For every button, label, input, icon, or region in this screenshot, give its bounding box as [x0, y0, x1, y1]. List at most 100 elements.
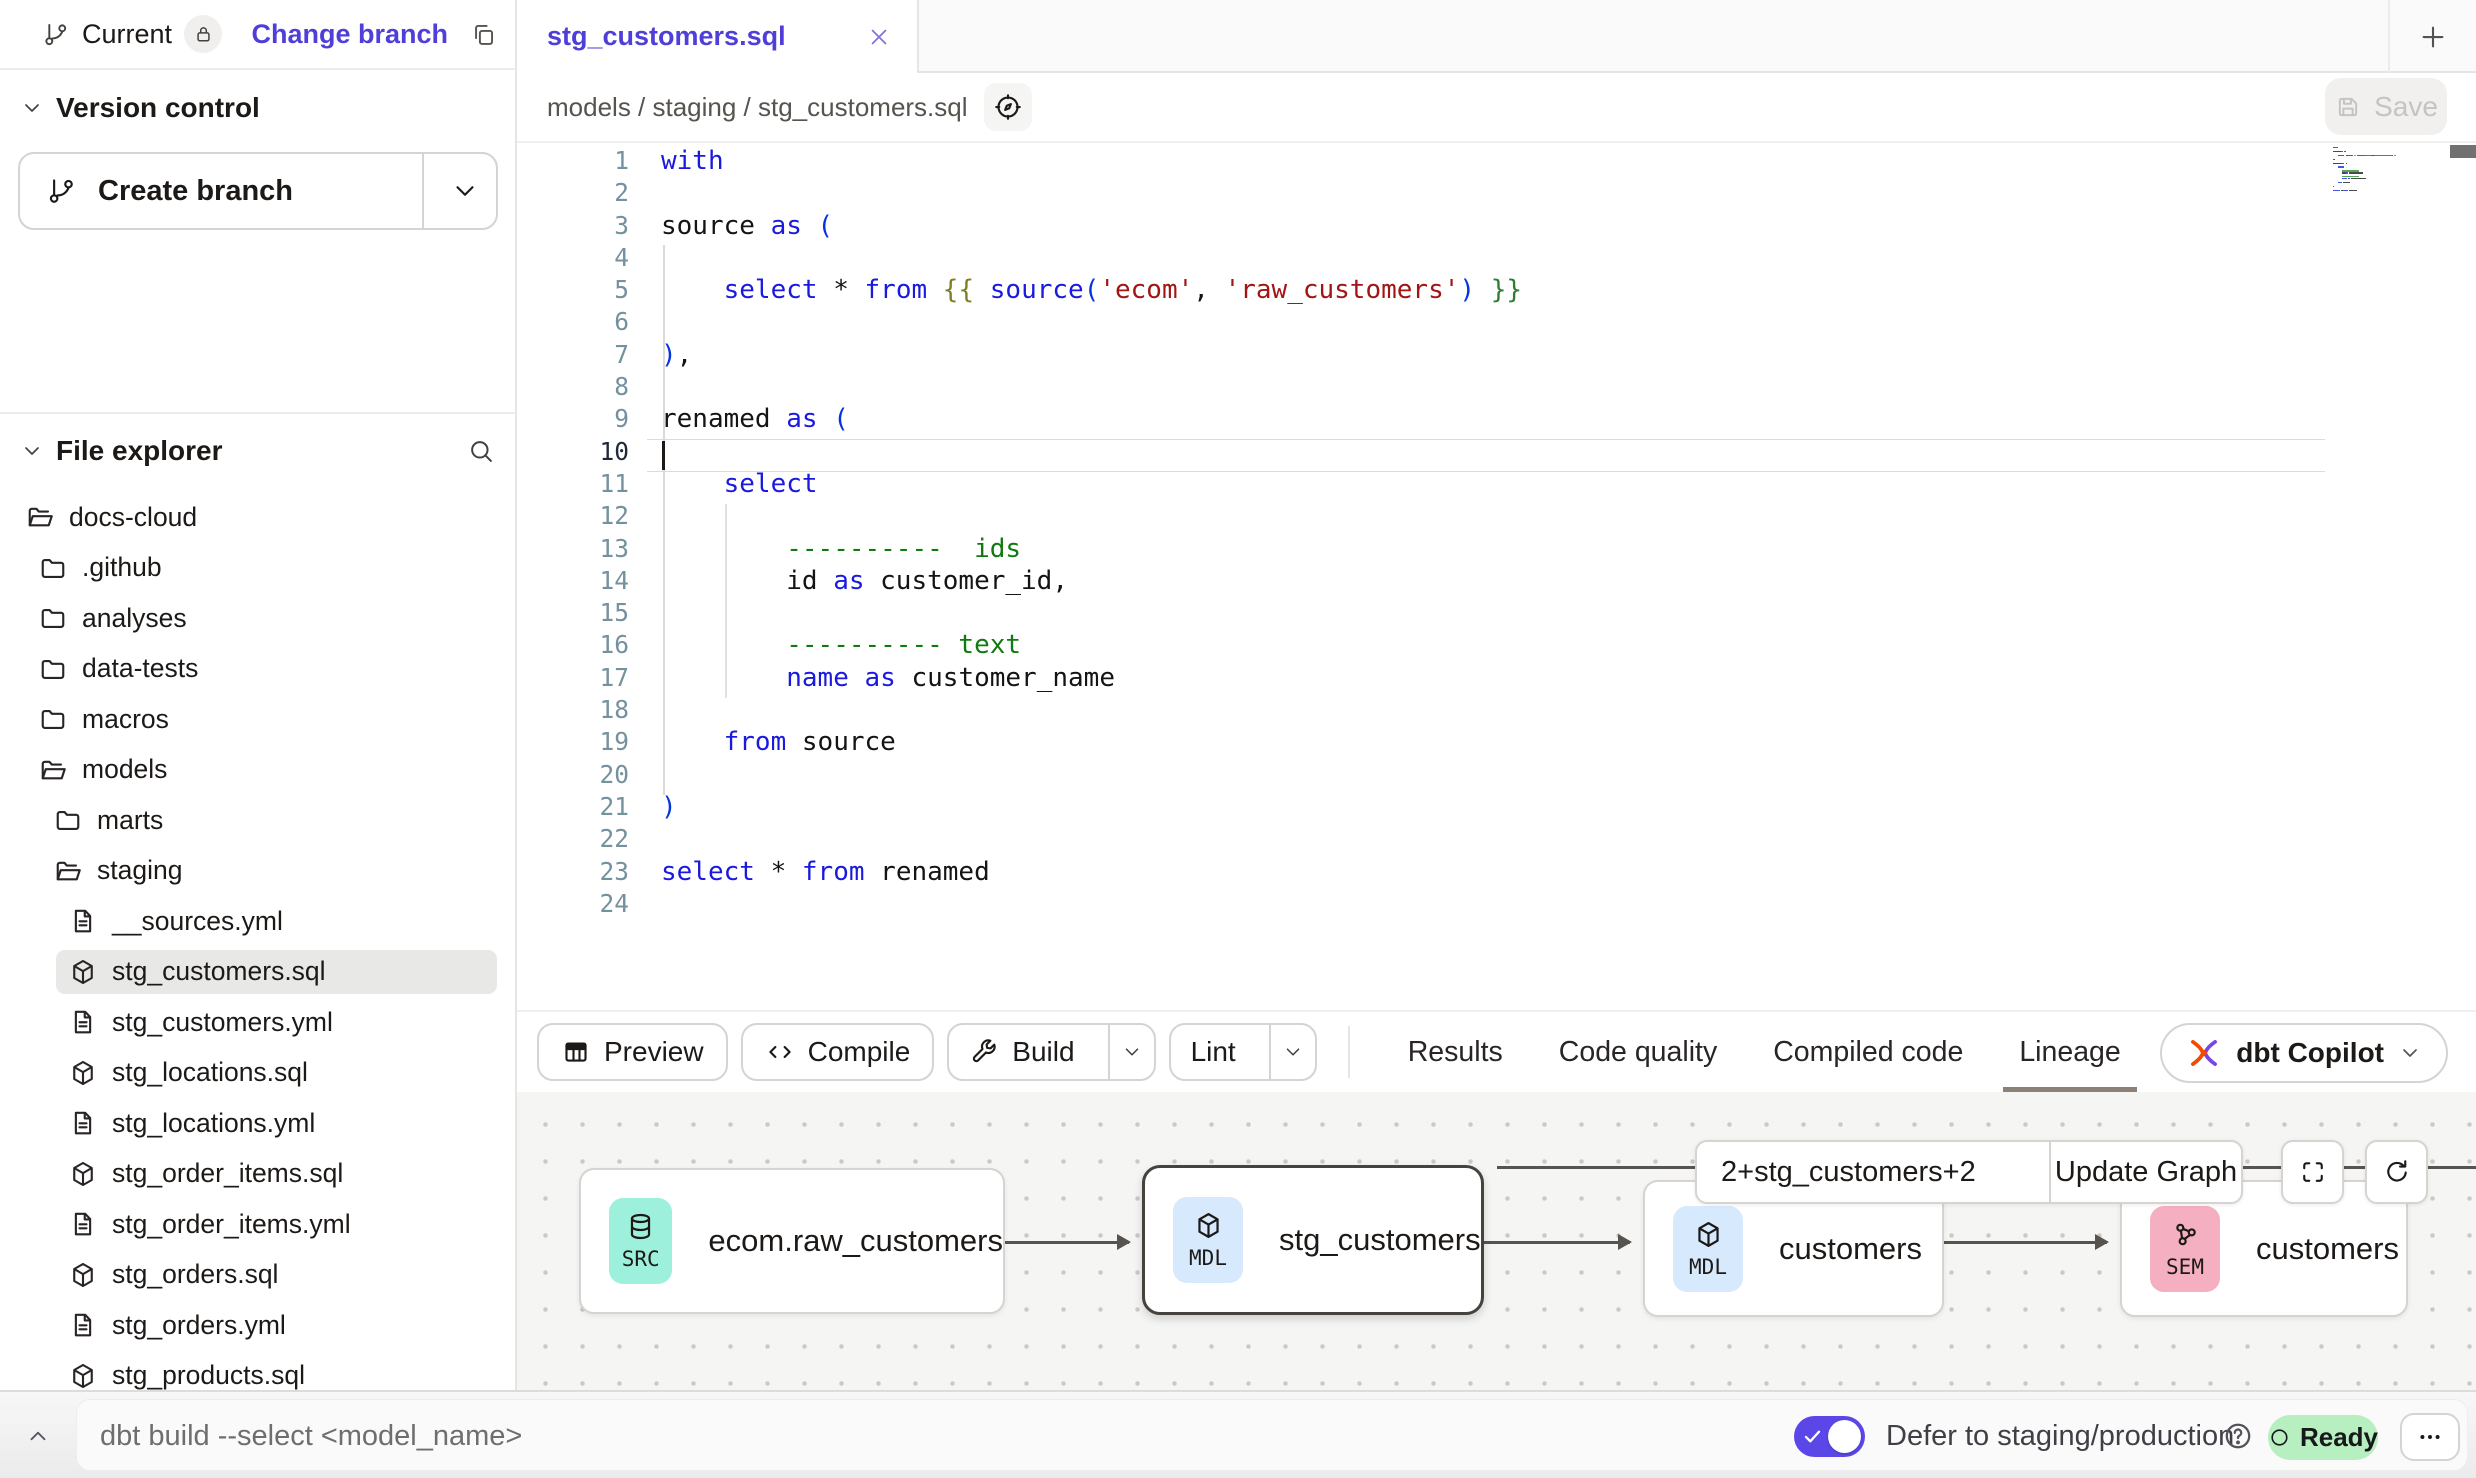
tab-results[interactable]: Results — [1380, 1011, 1531, 1093]
file-explorer-header[interactable]: File explorer — [0, 428, 515, 474]
lineage-edge — [1944, 1241, 2107, 1244]
change-branch-link[interactable]: Change branch — [251, 19, 448, 50]
code-line — [661, 888, 2316, 920]
status-badge: Ready — [2268, 1415, 2378, 1460]
dbt-copilot-button[interactable]: dbt Copilot — [2160, 1023, 2448, 1083]
code-editor[interactable]: 123456789101112131415161718192021222324 … — [517, 145, 2476, 1010]
dbt-copilot-icon — [2186, 1035, 2222, 1071]
file-explorer-title: File explorer — [56, 435, 223, 467]
code-line: select * from {{ source('ecom', 'raw_cus… — [661, 274, 2316, 306]
tree-item-stg_order_items.sql[interactable]: stg_order_items.sql — [0, 1149, 515, 1200]
code-line: ---------- ids — [661, 533, 2316, 565]
tree-item-stg_order_items.yml[interactable]: stg_order_items.yml — [0, 1199, 515, 1250]
tree-item-stg_products.sql[interactable]: stg_products.sql — [0, 1351, 515, 1391]
help-icon[interactable] — [2222, 1420, 2254, 1452]
tree-item-models[interactable]: models — [0, 745, 515, 796]
tree-item-analyses[interactable]: analyses — [0, 593, 515, 644]
line-number-gutter: 123456789101112131415161718192021222324 — [517, 145, 629, 920]
tree-item-label: stg_locations.sql — [112, 1057, 308, 1088]
lint-dropdown[interactable] — [1269, 1025, 1315, 1079]
tree-item-macros[interactable]: macros — [0, 694, 515, 745]
git-branch-icon — [42, 21, 69, 48]
tree-item-__sources.yml[interactable]: __sources.yml — [0, 896, 515, 947]
fullscreen-button[interactable] — [2281, 1140, 2344, 1204]
tree-item-stg_orders.yml[interactable]: stg_orders.yml — [0, 1300, 515, 1351]
command-placeholder[interactable]: dbt build --select <model_name> — [100, 1392, 522, 1478]
breadcrumb: models / staging / stg_customers.sql — [547, 92, 968, 123]
plus-icon[interactable] — [2418, 22, 2448, 52]
chevron-up-icon — [25, 1423, 51, 1449]
chevron-down-icon[interactable] — [450, 176, 480, 206]
tab-code-quality[interactable]: Code quality — [1531, 1011, 1745, 1093]
tree-item-stg_locations.yml[interactable]: stg_locations.yml — [0, 1098, 515, 1149]
lint-button-main[interactable]: Lint — [1171, 1025, 1256, 1079]
tree-item-stg_orders.sql[interactable]: stg_orders.sql — [0, 1250, 515, 1301]
save-button[interactable]: Save — [2325, 78, 2447, 135]
folder-icon — [38, 553, 68, 583]
line-number: 7 — [517, 339, 629, 371]
save-icon — [2334, 93, 2362, 121]
tree-item-label: docs-cloud — [69, 502, 197, 533]
tab-compiled-code[interactable]: Compiled code — [1745, 1011, 1991, 1093]
copy-icon[interactable] — [470, 21, 497, 48]
lineage-node-source[interactable]: SRC ecom.raw_customers — [579, 1168, 1005, 1314]
badge-label: SRC — [622, 1247, 660, 1271]
more-options-button[interactable] — [2400, 1413, 2460, 1461]
defer-toggle[interactable] — [1794, 1416, 1865, 1457]
lineage-node-stg-customers[interactable]: MDL stg_customers — [1142, 1165, 1484, 1315]
tree-item-data-tests[interactable]: data-tests — [0, 644, 515, 695]
badge-label: SEM — [2166, 1255, 2204, 1279]
lineage-selector-input[interactable] — [1697, 1142, 2049, 1202]
expand-command-bar[interactable] — [16, 1418, 60, 1454]
search-icon[interactable] — [467, 437, 495, 465]
minimap[interactable] — [2333, 147, 2419, 194]
lineage-canvas[interactable]: SRC ecom.raw_customers MDL stg_customers… — [517, 1092, 2476, 1390]
file-model-icon — [68, 957, 98, 987]
compass-icon — [993, 92, 1023, 122]
tree-item-docs-cloud[interactable]: docs-cloud — [0, 492, 515, 543]
tree-item-label: stg_customers.sql — [112, 956, 326, 987]
node-label: ecom.raw_customers — [708, 1223, 1003, 1259]
tab-bar: stg_customers.sql — [517, 0, 2476, 73]
line-number: 14 — [517, 565, 629, 597]
lint-label: Lint — [1191, 1036, 1236, 1068]
build-dropdown[interactable] — [1108, 1025, 1154, 1079]
tab-stg-customers[interactable]: stg_customers.sql — [517, 0, 919, 73]
folder-icon — [38, 704, 68, 734]
editor-scrollbar-thumb[interactable] — [2450, 145, 2476, 158]
tree-item-marts[interactable]: marts — [0, 795, 515, 846]
panel-tabs: Results Code quality Compiled code Linea… — [1380, 1011, 2149, 1093]
code-line — [661, 500, 2316, 532]
refresh-button[interactable] — [2365, 1140, 2428, 1204]
version-control-header[interactable]: Version control — [0, 85, 515, 131]
code-line — [661, 371, 2316, 403]
code-line — [661, 242, 2316, 274]
tree-item-stg_customers.sql[interactable]: stg_customers.sql — [0, 947, 515, 998]
folder-open-icon — [25, 502, 55, 532]
text-cursor — [662, 441, 665, 470]
compile-button[interactable]: Compile — [741, 1023, 935, 1081]
code-line: with — [661, 145, 2316, 177]
code-line: select — [661, 468, 2316, 500]
explore-button[interactable] — [984, 83, 1032, 131]
chevron-down-icon — [1282, 1041, 1304, 1063]
tab-lineage[interactable]: Lineage — [1991, 1011, 2148, 1093]
code-line: renamed as ( — [661, 403, 2316, 435]
status-label: Ready — [2300, 1422, 2378, 1453]
code-line: source as ( — [661, 210, 2316, 242]
create-branch-button[interactable]: Create branch — [18, 152, 498, 230]
tree-item-stg_locations.sql[interactable]: stg_locations.sql — [0, 1048, 515, 1099]
update-graph-button[interactable]: Update Graph — [2051, 1156, 2241, 1189]
table-icon — [561, 1037, 591, 1067]
git-branch-icon — [46, 176, 76, 206]
tree-item-stg_customers.yml[interactable]: stg_customers.yml — [0, 997, 515, 1048]
ellipsis-icon — [2416, 1423, 2444, 1451]
build-label: Build — [1012, 1036, 1074, 1068]
close-tab-icon[interactable] — [867, 25, 891, 49]
preview-button[interactable]: Preview — [537, 1023, 728, 1081]
code-line — [661, 759, 2316, 791]
build-button-main[interactable]: Build — [949, 1025, 1094, 1079]
tree-item-.github[interactable]: .github — [0, 543, 515, 594]
tree-item-staging[interactable]: staging — [0, 846, 515, 897]
cube-icon — [1193, 1210, 1224, 1241]
